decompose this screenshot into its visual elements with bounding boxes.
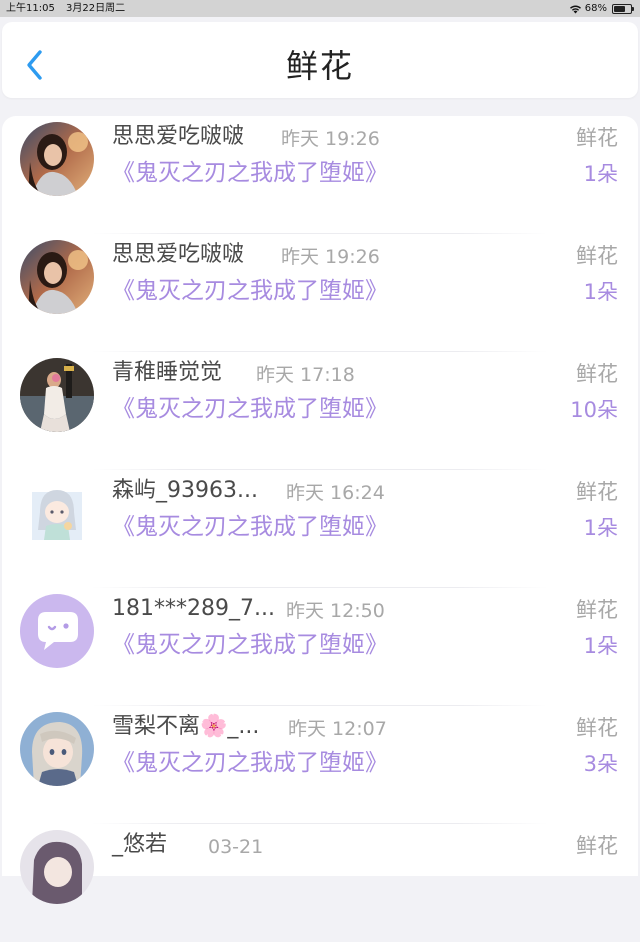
user-name: 青稚睡觉觉: [112, 360, 223, 385]
list-item[interactable]: 思思爱吃啵啵 昨天 19:26 《鬼灭之刃之我成了堕姬》 鲜花 1朵: [2, 116, 638, 234]
gift-type: 鲜花: [576, 126, 618, 150]
list-item[interactable]: 181***289_7... 昨天 12:50 《鬼灭之刃之我成了堕姬》 鲜花 …: [2, 588, 638, 706]
list-item[interactable]: 青稚睡觉觉 昨天 17:18 《鬼灭之刃之我成了堕姬》 鲜花 10朵: [2, 352, 638, 470]
battery-fill: [614, 5, 625, 12]
timestamp: 昨天 12:07: [288, 718, 387, 740]
chat-bubble-icon: [20, 594, 94, 668]
avatar[interactable]: [20, 830, 94, 904]
timestamp: 03-21: [208, 836, 264, 858]
gift-count: 1朵: [583, 634, 618, 658]
user-name: 雪梨不离🌸_...: [112, 714, 260, 739]
status-date: 3月22日周二: [66, 3, 126, 14]
gift-count: 1朵: [583, 516, 618, 540]
list-item[interactable]: 思思爱吃啵啵 昨天 19:26 《鬼灭之刃之我成了堕姬》 鲜花 1朵: [2, 234, 638, 352]
book-title[interactable]: 《鬼灭之刃之我成了堕姬》: [112, 276, 388, 306]
user-name: 181***289_7...: [112, 596, 275, 621]
list-item[interactable]: 森屿_93963... 昨天 16:24 《鬼灭之刃之我成了堕姬》 鲜花 1朵: [2, 470, 638, 588]
battery-icon: [612, 3, 634, 14]
book-title[interactable]: 《鬼灭之刃之我成了堕姬》: [112, 630, 388, 660]
chibi-illustration-icon: [20, 476, 94, 550]
avatar[interactable]: [20, 594, 94, 668]
book-title[interactable]: 《鬼灭之刃之我成了堕姬》: [112, 394, 388, 424]
battery-percent: 68%: [584, 3, 607, 14]
avatar[interactable]: [20, 122, 94, 196]
user-name: 森屿_93963...: [112, 478, 258, 503]
avatar[interactable]: [20, 240, 94, 314]
gift-count: 3朵: [583, 752, 618, 776]
gift-type: 鲜花: [576, 480, 618, 504]
gift-type: 鲜花: [576, 362, 618, 386]
gift-type: 鲜花: [576, 834, 618, 858]
timestamp: 昨天 12:50: [286, 600, 385, 622]
avatar[interactable]: [20, 712, 94, 786]
nav-header: 鲜花: [2, 22, 638, 98]
status-bar: 上午11:05 3月22日周二 68%: [0, 0, 640, 17]
list-item[interactable]: 雪梨不离🌸_... 昨天 12:07 《鬼灭之刃之我成了堕姬》 鲜花 3朵: [2, 706, 638, 824]
status-left: 上午11:05 3月22日周二: [6, 0, 133, 17]
timestamp: 昨天 16:24: [286, 482, 385, 504]
gift-list: 思思爱吃啵啵 昨天 19:26 《鬼灭之刃之我成了堕姬》 鲜花 1朵 思思爱吃啵…: [2, 116, 638, 904]
gift-type: 鲜花: [576, 244, 618, 268]
book-title[interactable]: 《鬼灭之刃之我成了堕姬》: [112, 158, 388, 188]
gift-count: 1朵: [583, 280, 618, 304]
user-name: 思思爱吃啵啵: [112, 124, 245, 149]
wifi-icon: [569, 5, 581, 13]
gift-count: 10朵: [570, 398, 618, 422]
page-title: 鲜花: [285, 47, 354, 85]
timestamp: 昨天 17:18: [256, 364, 355, 386]
avatar[interactable]: [20, 358, 94, 432]
status-time: 上午11:05: [6, 3, 55, 14]
timestamp: 昨天 19:26: [281, 246, 380, 268]
avatar[interactable]: [20, 476, 94, 550]
gift-count: 1朵: [583, 162, 618, 186]
status-right: 68%: [569, 0, 634, 17]
timestamp: 昨天 19:26: [281, 128, 380, 150]
gift-type: 鲜花: [576, 716, 618, 740]
anime-partial-icon: [20, 830, 94, 904]
user-name: _悠若: [112, 832, 168, 857]
portrait-photo-icon: [20, 240, 94, 314]
portrait-photo-icon: [20, 122, 94, 196]
list-item[interactable]: _悠若 03-21 鲜花: [2, 824, 638, 942]
user-name: 思思爱吃啵啵: [112, 242, 245, 267]
gift-type: 鲜花: [576, 598, 618, 622]
figure-photo-icon: [20, 358, 94, 432]
anime-girl-icon: [20, 712, 94, 786]
book-title[interactable]: 《鬼灭之刃之我成了堕姬》: [112, 512, 388, 542]
book-title[interactable]: 《鬼灭之刃之我成了堕姬》: [112, 748, 388, 778]
